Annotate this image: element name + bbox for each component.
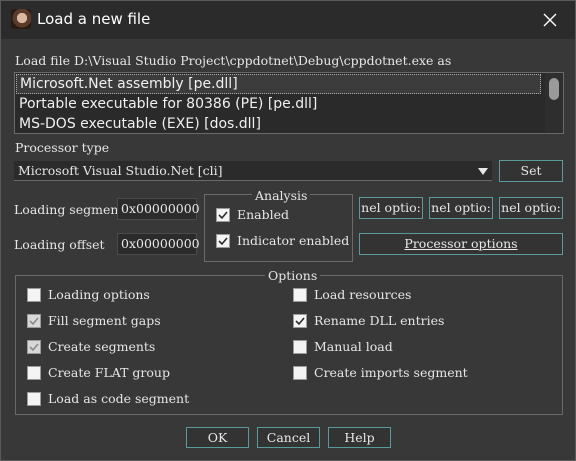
- checkbox-label: Fill segment gaps: [48, 313, 161, 328]
- analysis-group-title: Analysis: [252, 189, 311, 203]
- kernel-options-button-2[interactable]: nel optio:: [429, 197, 493, 219]
- title-bar: Load a new file: [1, 1, 575, 39]
- kernel-options-button-1[interactable]: nel optio:: [359, 197, 423, 219]
- processor-type-label: Processor type: [15, 140, 110, 155]
- checkmark-icon: [29, 342, 39, 351]
- analysis-enabled-checkbox[interactable]: Enabled: [216, 207, 289, 222]
- option-checkbox[interactable]: Loading options: [27, 287, 150, 302]
- loading-segment-label: Loading segment: [14, 202, 124, 217]
- checkbox-box: [27, 391, 41, 406]
- checkbox-label: Indicator enabled: [237, 233, 350, 248]
- checkbox-box: [293, 313, 307, 328]
- cancel-button[interactable]: Cancel: [257, 427, 320, 448]
- app-icon: [11, 9, 31, 29]
- option-checkbox[interactable]: Rename DLL entries: [293, 313, 444, 328]
- checkmark-icon: [295, 316, 305, 325]
- loading-offset-input[interactable]: 0x00000000: [117, 233, 200, 255]
- checkbox-box: [27, 287, 41, 302]
- option-checkbox[interactable]: Fill segment gaps: [27, 313, 161, 328]
- checkbox-label: Load resources: [314, 287, 412, 302]
- set-button[interactable]: Set: [499, 160, 563, 182]
- option-checkbox[interactable]: Create FLAT group: [27, 365, 170, 380]
- checkbox-label: Load as code segment: [48, 391, 190, 406]
- option-checkbox[interactable]: Load as code segment: [27, 391, 189, 406]
- checkbox-box: [27, 365, 41, 380]
- checkbox-label: Loading options: [48, 287, 150, 302]
- analysis-group: [204, 194, 353, 262]
- checkbox-label: Create FLAT group: [48, 365, 170, 380]
- scrollbar-thumb[interactable]: [549, 78, 559, 100]
- checkbox-box: [216, 233, 230, 248]
- checkbox-label: Manual load: [314, 339, 393, 354]
- checkmark-icon: [218, 236, 228, 245]
- checkmark-icon: [29, 316, 39, 325]
- help-button[interactable]: Help: [328, 427, 391, 448]
- ok-button[interactable]: OK: [186, 427, 249, 448]
- loading-segment-input[interactable]: 0x00000000: [117, 198, 200, 220]
- close-icon: [543, 13, 557, 27]
- options-group-title: Options: [265, 269, 321, 283]
- checkbox-label: Create imports segment: [314, 365, 468, 380]
- checkbox-label: Enabled: [237, 207, 290, 222]
- processor-options-button[interactable]: Processor options: [359, 233, 563, 255]
- checkbox-box: [293, 365, 307, 380]
- chevron-down-icon: [478, 168, 488, 175]
- close-button[interactable]: [531, 5, 569, 35]
- checkbox-box: [293, 287, 307, 302]
- file-format-list[interactable]: Microsoft.Net assembly [pe.dll] Portable…: [14, 72, 564, 134]
- checkbox-box: [27, 339, 41, 354]
- checkbox-box: [216, 207, 230, 222]
- kernel-options-button-3[interactable]: nel optio:: [499, 197, 563, 219]
- processor-type-select[interactable]: Microsoft Visual Studio.Net [cli]: [14, 161, 492, 181]
- list-item[interactable]: Portable executable for 80386 (PE) [pe.d…: [15, 94, 563, 114]
- loading-offset-label: Loading offset: [14, 237, 105, 252]
- list-item[interactable]: Microsoft.Net assembly [pe.dll]: [16, 74, 541, 94]
- processor-type-value: Microsoft Visual Studio.Net [cli]: [18, 163, 223, 178]
- option-checkbox[interactable]: Load resources: [293, 287, 411, 302]
- list-scrollbar[interactable]: [545, 73, 563, 133]
- load-file-dialog: Load a new file Load file D:\Visual Stud…: [0, 0, 576, 461]
- option-checkbox[interactable]: Manual load: [293, 339, 393, 354]
- checkbox-box: [27, 313, 41, 328]
- window-title: Load a new file: [37, 10, 151, 28]
- checkbox-label: Rename DLL entries: [314, 313, 445, 328]
- checkmark-icon: [218, 210, 228, 219]
- load-file-label: Load file D:\Visual Studio Project\cppdo…: [15, 53, 452, 68]
- checkbox-label: Create segments: [48, 339, 156, 354]
- option-checkbox[interactable]: Create segments: [27, 339, 155, 354]
- checkbox-box: [293, 339, 307, 354]
- indicator-enabled-checkbox[interactable]: Indicator enabled: [216, 233, 349, 248]
- option-checkbox[interactable]: Create imports segment: [293, 365, 468, 380]
- list-item[interactable]: MS-DOS executable (EXE) [dos.dll]: [15, 114, 563, 133]
